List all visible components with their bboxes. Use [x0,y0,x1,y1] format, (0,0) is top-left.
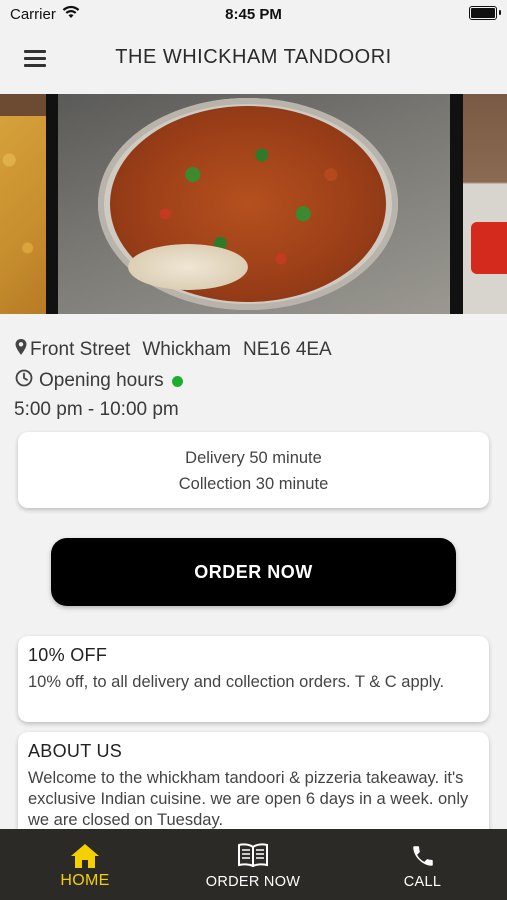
bottom-tab-bar: HOME ORDER NOW CALL [0,829,507,900]
tab-call-label: CALL [403,874,442,890]
menu-book-icon [237,843,269,872]
clock-icon [15,369,33,393]
delivery-times-card: Delivery 50 minute Collection 30 minute [18,432,489,508]
collection-time: Collection 30 minute [178,475,329,493]
tab-home-label: HOME [60,872,110,889]
hamburger-menu-icon[interactable] [24,50,48,68]
address-town: Whickham [142,339,232,360]
location-pin-icon [14,338,28,362]
battery-icon [469,6,497,20]
app-header: THE WHICKHAM TANDOORI [0,28,507,92]
restaurant-info: Front Street Whickham NE16 4EA Opening h… [14,336,494,424]
opening-hours-label: Opening hours [39,370,164,391]
phone-icon [410,843,436,874]
offer-card[interactable]: 10% OFF 10% off, to all delivery and col… [18,636,489,722]
tab-order-now[interactable]: ORDER NOW [185,829,321,900]
hero-image-carousel[interactable] [0,94,507,314]
offer-title: 10% OFF [28,645,108,665]
home-icon [70,843,100,874]
page-title: THE WHICKHAM TANDOORI [115,46,392,68]
status-time: 8:45 PM [225,6,282,23]
tab-order-now-label: ORDER NOW [205,874,301,890]
offer-text: 10% off, to all delivery and collection … [28,673,445,691]
carousel-slide-previous[interactable] [0,94,46,314]
opening-hours-row: Opening hours [14,367,494,395]
carousel-slide-current[interactable] [58,94,450,314]
about-title: ABOUT US [28,741,123,761]
open-status-indicator [171,375,183,387]
address-postcode: NE16 4EA [243,339,332,360]
tab-home[interactable]: HOME [20,829,150,900]
order-now-button[interactable]: ORDER NOW [51,538,456,606]
delivery-time: Delivery 50 minute [185,449,322,467]
about-text: Welcome to the whickham tandoori & pizze… [28,769,469,829]
address-street: Front Street [30,339,131,360]
tab-call[interactable]: CALL [365,829,480,900]
opening-hours-value: 5:00 pm - 10:00 pm [14,399,179,420]
status-bar: Carrier 8:45 PM [0,0,507,28]
carousel-slide-next[interactable] [463,94,507,314]
address-row: Front Street Whickham NE16 4EA [14,336,494,364]
